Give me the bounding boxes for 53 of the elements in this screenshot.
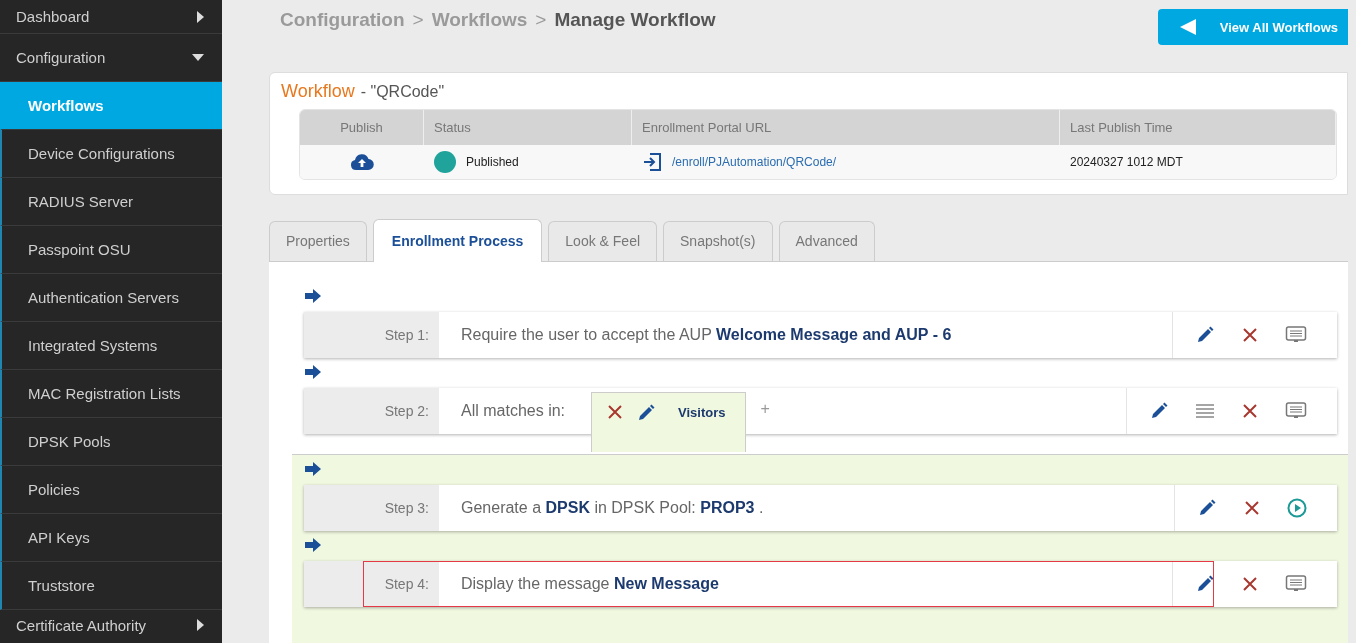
tab[interactable]: Look & Feel [548, 221, 658, 261]
step-text: Generate a DPSK in DPSK Pool: PROP3 . [461, 499, 764, 517]
triangle-left-icon [1179, 19, 1196, 35]
step-label: Step 4: [304, 561, 439, 607]
status-dot [434, 151, 456, 173]
status-text: Published [466, 155, 519, 169]
step-label: Step 3: [304, 485, 439, 531]
column-header: Enrollment Portal URL [632, 110, 1060, 145]
column-header: Publish [300, 110, 424, 145]
pencil-icon[interactable] [1195, 574, 1215, 594]
close-icon[interactable] [1241, 402, 1259, 420]
close-icon[interactable] [1243, 499, 1261, 517]
arrow-right-icon [305, 365, 321, 379]
step-label: Step 1: [304, 312, 439, 358]
close-icon[interactable] [1241, 575, 1259, 593]
pencil-icon[interactable] [1195, 325, 1215, 345]
cloud-upload-icon[interactable] [350, 153, 374, 171]
close-icon[interactable] [1241, 326, 1259, 344]
step-label: Step 2: [304, 388, 439, 434]
caret-down-icon [192, 54, 204, 61]
arrow-right-icon [305, 289, 321, 303]
message-icon[interactable] [1285, 401, 1307, 421]
tab[interactable]: Advanced [778, 221, 875, 261]
pencil-icon[interactable] [636, 403, 656, 423]
step-row[interactable]: Step 1: Require the user to accept the AUP Welcome Message and AUP - 6 [304, 312, 1337, 358]
sidebar-group[interactable]: Certificate Authority [0, 610, 222, 640]
tab[interactable]: Enrollment Process [372, 219, 543, 262]
breadcrumb-item: Manage Workflow [554, 9, 716, 31]
pencil-icon[interactable] [1149, 401, 1169, 421]
enter-icon[interactable] [642, 152, 662, 172]
column-header: Status [424, 110, 632, 145]
arrow-right-icon [305, 538, 321, 552]
portal-url-link[interactable]: /enroll/PJAutomation/QRCode/ [672, 155, 837, 169]
step-row[interactable]: Step 4: Display the message New Message [304, 561, 1337, 607]
step-text: Display the message New Message [461, 575, 719, 593]
workflow-title: Workflow [281, 81, 355, 102]
play-icon[interactable] [1287, 498, 1307, 518]
arrow-right-icon [305, 462, 321, 476]
caret-right-icon [197, 619, 204, 631]
close-icon[interactable] [606, 403, 624, 421]
publish-time: 20240327 1012 MDT [1070, 155, 1183, 169]
workflow-name: - "QRCode" [360, 83, 445, 101]
tab[interactable]: Snapshot(s) [663, 221, 773, 261]
step-row[interactable]: Step 3: Generate a DPSK in DPSK Pool: PROP3 . [304, 485, 1337, 531]
message-icon[interactable] [1285, 574, 1307, 594]
column-header: Last Publish Time [1060, 110, 1336, 145]
step-text: Require the user to accept the AUP Welcome Message and AUP - 6 [461, 326, 952, 344]
branch-tab[interactable]: Visitors [591, 392, 747, 452]
tab[interactable]: Properties [269, 221, 367, 261]
pencil-icon[interactable] [1197, 498, 1217, 518]
caret-right-icon [197, 10, 204, 23]
step-text: All matches in: [461, 402, 566, 420]
message-icon[interactable] [1285, 325, 1307, 345]
